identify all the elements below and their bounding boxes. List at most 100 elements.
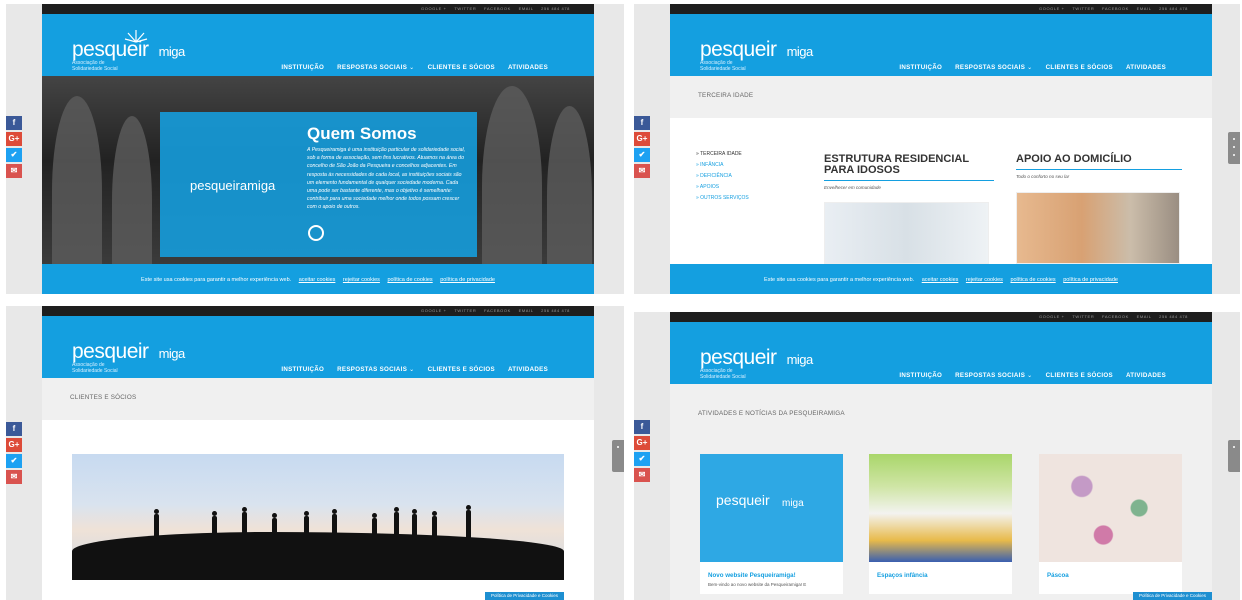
nav-item-instituicao[interactable]: INSTITUIÇÃO xyxy=(899,64,942,71)
twitter-icon[interactable]: ✔ xyxy=(6,148,22,162)
logo-subtitle-line2: Solidariedade Social xyxy=(72,66,118,72)
google-plus-icon[interactable]: G+ xyxy=(634,436,650,450)
logo-text-main: pesqueir xyxy=(700,38,777,61)
play-icon[interactable] xyxy=(308,225,324,241)
sidebar-item-deficiencia[interactable]: DEFICIÊNCIA xyxy=(696,171,806,182)
accept-cookies-link[interactable]: aceitar cookies xyxy=(922,277,959,283)
nav-item-respostas-sociais[interactable]: RESPOSTAS SOCIAIS xyxy=(337,366,414,373)
topbar-phone: 256 484 478 xyxy=(1159,314,1188,319)
logo[interactable]: pesqueir miga xyxy=(700,38,813,62)
twitter-icon[interactable]: ✔ xyxy=(634,452,650,466)
card-title-line2: PARA IDOSOS xyxy=(824,164,900,176)
sidebar-item-terceira-idade[interactable]: TERCEIRA IDADE xyxy=(696,149,806,160)
google-plus-icon[interactable]: G+ xyxy=(6,438,22,452)
page-title-bar: ATIVIDADES E NOTÍCIAS DA PESQUEIRAMIGA xyxy=(670,384,1212,446)
news-card-title[interactable]: Páscoa xyxy=(1039,562,1182,582)
residential-photo[interactable] xyxy=(824,202,989,264)
facebook-icon[interactable]: f xyxy=(634,420,650,434)
service-card-domicilio[interactable]: APOIO AO DOMICÍLIO Todo o conforto no se… xyxy=(1016,154,1182,179)
cookie-text: Este site usa cookies para garantir a me… xyxy=(141,277,292,283)
topbar-link-facebook[interactable]: FACEBOOK xyxy=(484,6,511,11)
side-scroll-tab[interactable] xyxy=(1228,132,1240,164)
nav-item-respostas-sociais[interactable]: RESPOSTAS SOCIAIS xyxy=(337,64,414,71)
nav-item-clientes-socios[interactable]: CLIENTES E SÓCIOS xyxy=(428,366,495,373)
side-scroll-tab[interactable] xyxy=(612,440,624,472)
cookie-policy-link[interactable]: política de cookies xyxy=(1010,277,1055,283)
hero-image: pesqueiramiga Quem Somos A Pesqueiramiga… xyxy=(42,76,594,264)
topbar-link-google[interactable]: GOOGLE + xyxy=(421,6,447,11)
nav-item-atividades[interactable]: ATIVIDADES xyxy=(1126,372,1166,379)
nav-item-instituicao[interactable]: INSTITUIÇÃO xyxy=(281,366,324,373)
site-header: pesqueir miga Associação de Solidariedade … xyxy=(42,14,594,76)
topbar-email-label[interactable]: EMAIL xyxy=(1137,314,1152,319)
topbar-link-google[interactable]: GOOGLE + xyxy=(421,308,447,313)
topbar-link-facebook[interactable]: FACEBOOK xyxy=(1102,314,1129,319)
nav-item-respostas-sociais[interactable]: RESPOSTAS SOCIAIS xyxy=(955,372,1032,379)
card-title: ESTRUTURA RESIDENCIAL PARA IDOSOS xyxy=(824,154,994,176)
website: GOOGLE + TWITTER FACEBOOK EMAIL 256 484 … xyxy=(670,312,1212,600)
topbar-link-twitter[interactable]: TWITTER xyxy=(1072,314,1094,319)
site-header: pesqueir miga Associação de Solidariedade … xyxy=(670,322,1212,384)
facebook-icon[interactable]: f xyxy=(634,116,650,130)
accept-cookies-link[interactable]: aceitar cookies xyxy=(299,277,336,283)
twitter-icon[interactable]: ✔ xyxy=(6,454,22,468)
topbar-link-facebook[interactable]: FACEBOOK xyxy=(484,308,511,313)
news-card-title[interactable]: Novo website Pesqueiramiga! xyxy=(700,562,843,582)
topbar-link-twitter[interactable]: TWITTER xyxy=(454,6,476,11)
topbar-link-twitter[interactable]: TWITTER xyxy=(454,308,476,313)
privacy-policy-link[interactable]: política de privacidade xyxy=(440,277,495,283)
topbar-link-facebook[interactable]: FACEBOOK xyxy=(1102,6,1129,11)
news-card-title[interactable]: Espaços infância xyxy=(869,562,1012,582)
twitter-icon[interactable]: ✔ xyxy=(634,148,650,162)
facebook-icon[interactable]: f xyxy=(6,422,22,436)
main-nav: INSTITUIÇÃO RESPOSTAS SOCIAIS CLIENTES E… xyxy=(899,64,1166,71)
reject-cookies-link[interactable]: rejeitar cookies xyxy=(343,277,380,283)
email-icon[interactable]: ✉ xyxy=(634,468,650,482)
topbar-link-google[interactable]: GOOGLE + xyxy=(1039,314,1065,319)
nav-item-atividades[interactable]: ATIVIDADES xyxy=(508,64,548,71)
news-card[interactable]: pesqueir miga Novo website Pesqueiramiga… xyxy=(700,454,843,594)
nav-item-instituicao[interactable]: INSTITUIÇÃO xyxy=(281,64,324,71)
privacy-cookies-button[interactable]: Política de Privacidade e Cookies xyxy=(484,592,564,600)
topbar-link-twitter[interactable]: TWITTER xyxy=(1072,6,1094,11)
social-share-bar: f G+ ✔ ✉ xyxy=(634,116,650,178)
logo[interactable]: pesqueir miga xyxy=(72,340,185,364)
reject-cookies-link[interactable]: rejeitar cookies xyxy=(966,277,1003,283)
service-card-residencial[interactable]: ESTRUTURA RESIDENCIAL PARA IDOSOS Envelhe… xyxy=(824,154,994,190)
nav-item-clientes-socios[interactable]: CLIENTES E SÓCIOS xyxy=(1046,64,1113,71)
sidebar-item-infancia[interactable]: INFÂNCIA xyxy=(696,160,806,171)
logo[interactable]: pesqueir miga xyxy=(700,346,813,370)
topbar-email-label[interactable]: EMAIL xyxy=(1137,6,1152,11)
sidebar-item-outros-servicos[interactable]: OUTROS SERVIÇOS xyxy=(696,193,806,204)
email-icon[interactable]: ✉ xyxy=(6,470,22,484)
google-plus-icon[interactable]: G+ xyxy=(634,132,650,146)
cookie-banner: Este site usa cookies para garantir a me… xyxy=(42,264,594,294)
topbar-email-label[interactable]: EMAIL xyxy=(519,308,534,313)
email-icon[interactable]: ✉ xyxy=(634,164,650,178)
cookie-policy-link[interactable]: política de cookies xyxy=(387,277,432,283)
topbar-link-google[interactable]: GOOGLE + xyxy=(1039,6,1065,11)
privacy-cookies-button[interactable]: Política de Privacidade e Cookies xyxy=(1132,592,1212,600)
home-care-photo[interactable] xyxy=(1016,192,1180,264)
cookie-banner: Este site usa cookies para garantir a me… xyxy=(670,264,1212,294)
nav-item-respostas-sociais[interactable]: RESPOSTAS SOCIAIS xyxy=(955,64,1032,71)
logo[interactable]: pesqueir miga xyxy=(72,30,185,62)
facebook-icon[interactable]: f xyxy=(6,116,22,130)
screenshot-panel-home: f G+ ✔ ✉ GOOGLE + TWITTER FACEBOOK EMAIL… xyxy=(6,4,624,294)
nav-item-instituicao[interactable]: INSTITUIÇÃO xyxy=(899,372,942,379)
nav-item-clientes-socios[interactable]: CLIENTES E SÓCIOS xyxy=(428,64,495,71)
email-icon[interactable]: ✉ xyxy=(6,164,22,178)
logo-text-main: pesqueir xyxy=(72,340,149,363)
google-plus-icon[interactable]: G+ xyxy=(6,132,22,146)
nav-item-clientes-socios[interactable]: CLIENTES E SÓCIOS xyxy=(1046,372,1113,379)
news-card[interactable]: Espaços infância xyxy=(869,454,1012,594)
privacy-policy-link[interactable]: política de privacidade xyxy=(1063,277,1118,283)
logo-text-tail: miga xyxy=(158,346,186,361)
news-card-logo-tail: miga xyxy=(782,498,804,509)
news-card[interactable]: Páscoa xyxy=(1039,454,1182,594)
topbar-email-label[interactable]: EMAIL xyxy=(519,6,534,11)
side-scroll-tab[interactable] xyxy=(1228,440,1240,472)
sidebar-item-apoios[interactable]: APOIOS xyxy=(696,182,806,193)
nav-item-atividades[interactable]: ATIVIDADES xyxy=(508,366,548,373)
nav-item-atividades[interactable]: ATIVIDADES xyxy=(1126,64,1166,71)
